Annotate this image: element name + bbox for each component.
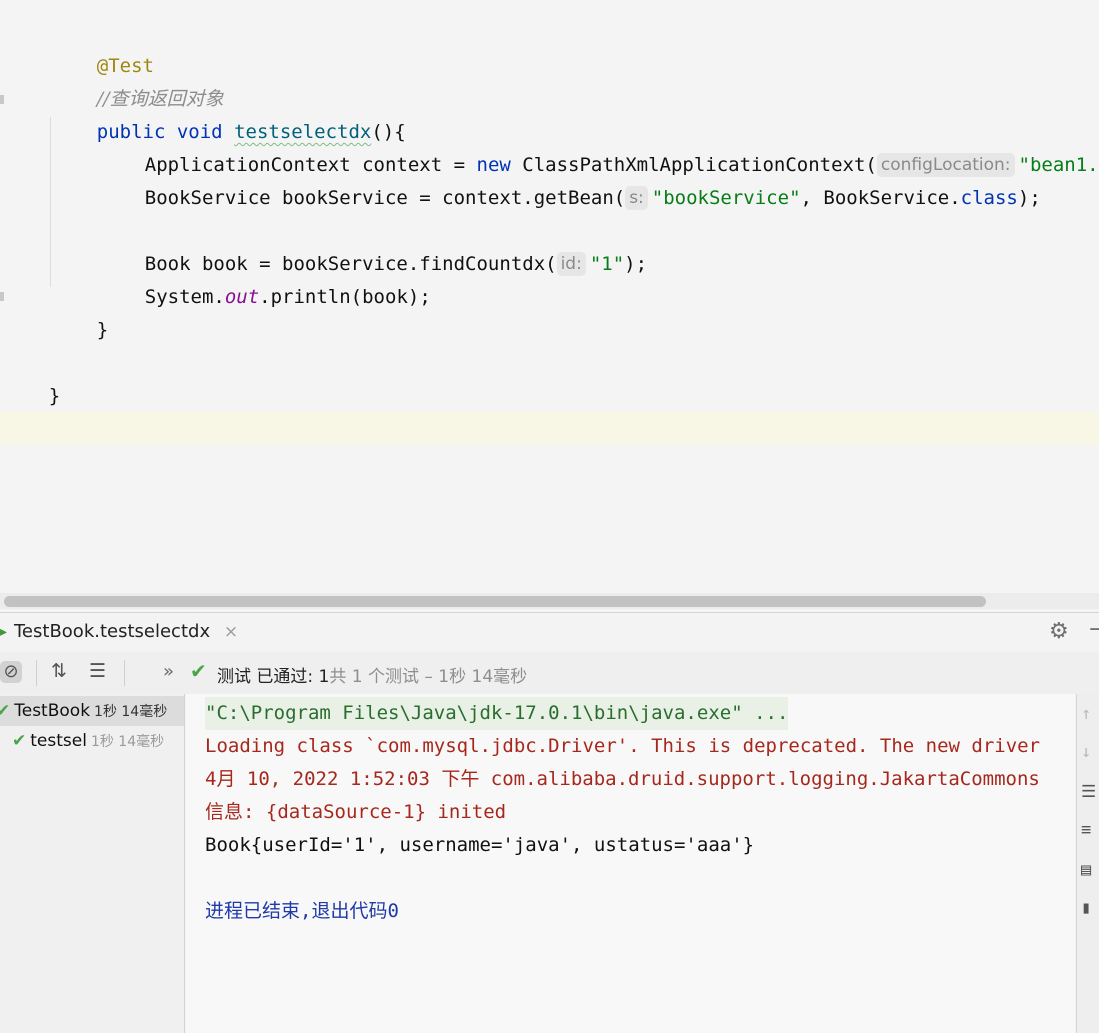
more-actions-icon[interactable]: »: [163, 661, 174, 682]
code-line-close-class: }: [3, 347, 60, 407]
gear-icon[interactable]: ⚙: [1049, 619, 1069, 644]
check-icon: ✔: [0, 701, 11, 721]
arrow-down-icon[interactable]: ↓: [1081, 742, 1091, 762]
code-line-findcount: Book book = bookService.findCountdx(id: "…: [99, 215, 647, 276]
sort-alphabetically-icon[interactable]: ⇅: [51, 660, 67, 682]
run-tab[interactable]: ▸ TestBook.testselectdx ×: [0, 613, 238, 651]
horizontal-scrollbar-thumb[interactable]: [4, 596, 986, 607]
console-line-info: 信息: {dataSource-1} inited: [205, 801, 507, 823]
parameter-hint: s:: [625, 186, 648, 210]
test-status-summary: 共 1 个测试 – 1秒 14毫秒: [329, 667, 528, 687]
check-icon: ✔: [190, 659, 207, 683]
tree-item-duration: 1秒 14毫秒: [90, 734, 165, 750]
run-config-icon: ▸: [0, 624, 8, 640]
close-icon[interactable]: ×: [224, 622, 238, 642]
code-text: , BookService.: [800, 187, 961, 209]
run-tab-title: TestBook.testselectdx: [14, 621, 211, 642]
print-icon[interactable]: ▤: [1081, 860, 1091, 880]
closing-brace: }: [48, 385, 61, 407]
code-line-close-method: }: [51, 281, 108, 341]
console-line-command[interactable]: "C:\Program Files\Java\jdk-17.0.1\bin\ja…: [205, 697, 789, 730]
sort-by-duration-icon[interactable]: ☰: [89, 660, 106, 682]
test-runner-toolbar: ⊘ ⇅ ☰ » ✔ 测试 已通过: 1共 1 个测试 – 1秒 14毫秒: [0, 652, 1099, 694]
toolbar-divider: [36, 660, 37, 686]
minimize-icon[interactable]: −: [1088, 617, 1099, 642]
stop-icon[interactable]: ⊘: [0, 661, 22, 683]
tree-item-testbook[interactable]: ✔ TestBook 1秒 14毫秒: [0, 696, 184, 726]
code-text: System.: [144, 286, 225, 308]
toolbar-divider: [124, 660, 125, 686]
test-status: 测试 已通过: 1共 1 个测试 – 1秒 14毫秒: [217, 662, 527, 687]
code-text: );: [624, 253, 648, 275]
arrow-up-icon[interactable]: ↑: [1081, 704, 1091, 724]
code-line-getbean: BookService bookService = context.getBea…: [99, 149, 1041, 210]
check-icon: ✔: [12, 731, 27, 751]
code-text: BookService bookService = context.getBea…: [144, 187, 626, 209]
code-line-context: ApplicationContext context = new ClassPa…: [99, 116, 1099, 177]
tree-item-label: testsel: [30, 731, 87, 751]
console-line-result: Book{userId='1', username='java', ustatu…: [205, 834, 755, 856]
test-results-tree: ✔ TestBook 1秒 14毫秒 ✔ testsel 1秒 14毫秒: [0, 694, 185, 1033]
console-line-log: 4月 10, 2022 1:52:03 下午 com.alibaba.druid…: [205, 768, 1040, 790]
console-line-exit: 进程已结束,退出代码0: [205, 900, 399, 922]
closing-brace: }: [96, 319, 109, 341]
string-token: "bookService": [651, 187, 801, 209]
fold-marker[interactable]: [0, 95, 4, 104]
parameter-hint: id:: [556, 252, 586, 276]
scroll-to-end-icon[interactable]: ≡: [1081, 820, 1091, 840]
code-text: .println(book);: [259, 286, 431, 308]
console-line-warning: Loading class `com.mysql.jdbc.Driver'. T…: [205, 735, 1041, 757]
code-line-println: System.out.println(book);: [99, 248, 431, 308]
tree-item-duration: 1秒 14毫秒: [94, 704, 168, 720]
fold-marker[interactable]: [0, 292, 4, 301]
run-tab-bar: ▸ TestBook.testselectdx × ⚙ −: [0, 612, 1099, 653]
tree-item-label: TestBook: [14, 701, 91, 721]
console-side-toolbar: ↑ ↓ ☰ ≡ ▤ ▮: [1076, 694, 1099, 1033]
code-line-annotation: @Test: [51, 17, 154, 77]
code-line-method-signature: public void testselectdx(){: [51, 83, 406, 143]
static-field-token: out: [224, 286, 260, 308]
string-token: "1": [589, 253, 625, 275]
trash-icon[interactable]: ▮: [1081, 898, 1091, 918]
code-editor[interactable]: @Test //查询返回对象 public void testselectdx(…: [0, 0, 1099, 612]
current-line-highlight: [0, 412, 1099, 445]
tree-item-testsel[interactable]: ✔ testsel 1秒 14毫秒: [12, 726, 164, 756]
code-text: );: [1017, 187, 1041, 209]
test-status-main: 测试 已通过: 1: [217, 667, 330, 687]
console-output[interactable]: "C:\Program Files\Java\jdk-17.0.1\bin\ja…: [186, 694, 1075, 1033]
code-line-comment: //查询返回对象: [51, 50, 224, 110]
keyword-token: class: [960, 187, 1018, 209]
soft-wrap-icon[interactable]: ☰: [1081, 782, 1096, 802]
